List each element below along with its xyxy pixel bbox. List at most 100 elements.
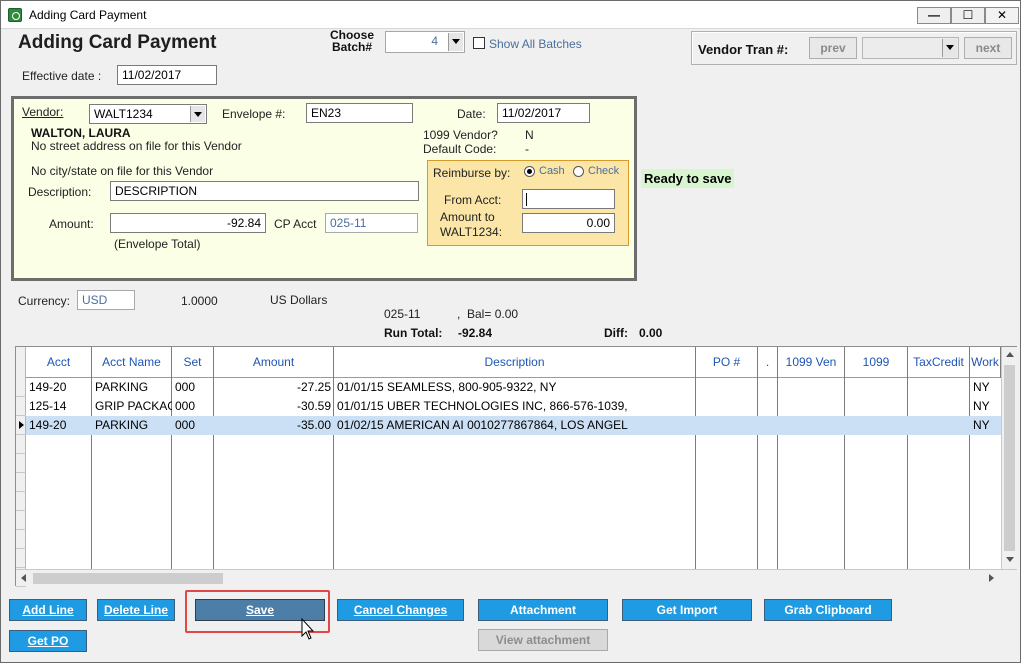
scroll-down-icon[interactable] [1006,557,1014,562]
cell-acct-name[interactable]: GRIP PACKAGE [92,397,172,416]
row-header-cell[interactable] [16,511,26,530]
delete-line-button[interactable]: Delete Line [97,599,175,621]
from-acct-input[interactable] [522,189,615,209]
cell-work[interactable]: NY [970,416,1001,435]
cell-taxcredit[interactable] [908,378,970,397]
attachment-button[interactable]: Attachment [478,599,608,621]
row-header-cell[interactable] [16,397,26,416]
cell-set[interactable]: 000 [172,416,214,435]
currency-input[interactable]: USD [77,290,135,310]
cell-f1099[interactable] [845,397,908,416]
cell-amount[interactable]: -35.00 [214,416,334,435]
cell-ven1099[interactable] [778,397,845,416]
column-header[interactable]: Description [334,347,696,378]
check-label[interactable]: Check [588,165,619,177]
column-header[interactable]: PO # [696,347,758,378]
column-header[interactable]: Set [172,347,214,378]
cell-description[interactable]: 01/02/15 AMERICAN AI 0010277867864, LOS … [334,416,696,435]
cancel-changes-button[interactable]: Cancel Changes [337,599,464,621]
row-header-cell[interactable] [16,530,26,549]
maximize-button[interactable]: ☐ [951,7,985,24]
table-row[interactable]: 125-14GRIP PACKAGE000-30.5901/01/15 UBER… [26,397,1001,416]
table-row[interactable]: 149-20 PARKING 000 -35.00 01/02/15 AMERICAN … [26,416,1001,435]
vertical-scroll-thumb[interactable] [1004,365,1015,551]
next-button[interactable]: next [964,37,1012,59]
cell-amount[interactable]: -30.59 [214,397,334,416]
chevron-down-icon[interactable] [190,106,205,122]
column-header[interactable]: Amount [214,347,334,378]
horizontal-scroll-thumb[interactable] [33,573,223,584]
description-input[interactable]: DESCRIPTION [110,181,419,201]
column-header[interactable]: 1099 [845,347,908,378]
close-button[interactable]: ✕ [985,7,1019,24]
horizontal-scrollbar[interactable] [16,569,1017,586]
date-input[interactable]: 11/02/2017 [497,103,590,123]
lines-grid[interactable]: Acct Acct Name Set Amount Description PO #. 10… [15,346,1017,587]
cell-set[interactable]: 000 [172,378,214,397]
prev-button[interactable]: prev [809,37,857,59]
cell-dot[interactable] [758,397,778,416]
column-header[interactable]: . [758,347,778,378]
amount-to-input[interactable]: 0.00 [522,213,615,233]
row-header-cell[interactable] [16,435,26,454]
vendor-label[interactable]: Vendor: [22,105,63,119]
cell-acct-name[interactable]: PARKING [92,416,172,435]
vendor-select[interactable]: WALT1234 [89,104,207,124]
cell-acct[interactable]: 149-20 [26,378,92,397]
cell-taxcredit[interactable] [908,397,970,416]
cell-taxcredit[interactable] [908,416,970,435]
cell-work[interactable]: NY [970,378,1001,397]
get-import-button[interactable]: Get Import [622,599,752,621]
vertical-scrollbar[interactable] [1001,347,1017,569]
view-attachment-button[interactable]: View attachment [478,629,608,651]
chevron-down-icon[interactable] [448,33,463,51]
cell-amount[interactable]: -27.25 [214,378,334,397]
cell-po[interactable] [696,378,758,397]
table-row[interactable]: 149-20 PARKING 000 -27.25 01/01/15 SEAMLESS,… [26,378,1001,397]
envelope-input[interactable]: EN23 [306,103,413,123]
row-header-cell[interactable] [16,454,26,473]
batch-select[interactable]: 4 [385,31,465,53]
cell-set[interactable]: 000 [172,397,214,416]
cell-dot[interactable] [758,378,778,397]
check-radio[interactable] [573,166,584,177]
add-line-button[interactable]: Add Line [9,599,87,621]
column-header[interactable]: Work [970,347,1001,378]
scroll-right-icon[interactable] [989,574,994,582]
cp-acct-input[interactable]: 025-11 [325,213,418,233]
row-header-cell[interactable] [16,473,26,492]
cash-radio[interactable] [524,166,535,177]
scroll-up-icon[interactable] [1006,352,1014,357]
vendor-tran-select[interactable] [862,37,959,59]
cell-po[interactable] [696,397,758,416]
column-header[interactable]: Acct [26,347,92,378]
minimize-button[interactable]: — [917,7,951,24]
cell-ven1099[interactable] [778,416,845,435]
cell-description[interactable]: 01/01/15 UBER TECHNOLOGIES INC, 866-576-… [334,397,696,416]
get-po-button[interactable]: Get PO [9,630,87,652]
chevron-down-icon[interactable] [942,39,957,57]
effective-date-input[interactable]: 11/02/2017 [117,65,217,85]
column-header[interactable]: 1099 Ven [778,347,845,378]
cell-acct-name[interactable]: PARKING [92,378,172,397]
amount-input[interactable]: -92.84 [110,213,266,233]
cell-dot[interactable] [758,416,778,435]
cash-label[interactable]: Cash [539,165,565,177]
cell-po[interactable] [696,416,758,435]
grab-clipboard-button[interactable]: Grab Clipboard [764,599,892,621]
cell-acct[interactable]: 125-14 [26,397,92,416]
show-all-batches-label[interactable]: Show All Batches [489,37,582,51]
cell-description[interactable]: 01/01/15 SEAMLESS, 800-905-9322, NY [334,378,696,397]
row-header-cell[interactable] [16,492,26,511]
cell-f1099[interactable] [845,378,908,397]
row-header-cell[interactable] [16,549,26,568]
cell-f1099[interactable] [845,416,908,435]
column-header[interactable]: TaxCredit [908,347,970,378]
cell-work[interactable]: NY [970,397,1001,416]
show-all-batches-checkbox[interactable] [473,37,485,49]
column-header[interactable]: Acct Name [92,347,172,378]
scroll-left-icon[interactable] [21,574,26,582]
cell-acct[interactable]: 149-20 [26,416,92,435]
row-header-cell[interactable] [16,378,26,397]
cell-ven1099[interactable] [778,378,845,397]
